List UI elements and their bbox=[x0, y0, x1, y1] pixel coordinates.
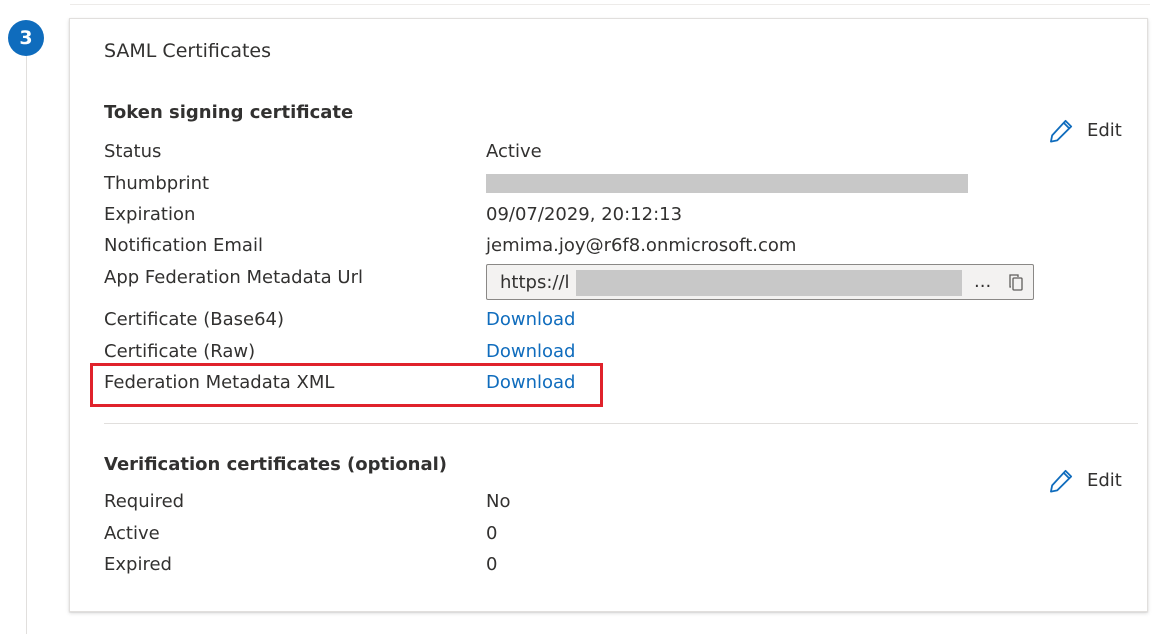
metadata-url-field[interactable]: https://l ... bbox=[486, 264, 1034, 300]
edit-label: Edit bbox=[1087, 120, 1122, 141]
certificate-base64-download-link[interactable]: Download bbox=[486, 309, 575, 330]
status-label: Status bbox=[104, 141, 162, 162]
metadata-url-redacted bbox=[576, 270, 962, 296]
thumbprint-redacted-value bbox=[486, 174, 968, 193]
metadata-url-label: App Federation Metadata Url bbox=[104, 267, 363, 288]
step-connector-line bbox=[26, 56, 27, 634]
section-divider bbox=[104, 423, 1138, 424]
certificate-raw-download-link[interactable]: Download bbox=[486, 341, 575, 362]
verification-certificates-title: Verification certificates (optional) bbox=[104, 454, 448, 475]
previous-card-edge bbox=[70, 0, 1150, 5]
expired-value: 0 bbox=[486, 554, 498, 575]
verification-edit-button[interactable]: Edit bbox=[1048, 467, 1122, 494]
status-value: Active bbox=[486, 141, 542, 162]
saml-certificates-card: SAML Certificates Token signing certific… bbox=[69, 18, 1148, 612]
step-number-badge: 3 bbox=[8, 20, 44, 56]
required-label: Required bbox=[104, 491, 185, 512]
certificate-base64-label: Certificate (Base64) bbox=[104, 309, 284, 330]
copy-icon[interactable] bbox=[1007, 273, 1025, 292]
token-signing-edit-button[interactable]: Edit bbox=[1048, 117, 1122, 144]
token-signing-title: Token signing certificate bbox=[104, 102, 354, 123]
expiration-label: Expiration bbox=[104, 204, 196, 225]
metadata-url-ellipsis: ... bbox=[974, 271, 992, 292]
active-label: Active bbox=[104, 523, 160, 544]
expired-label: Expired bbox=[104, 554, 172, 575]
federation-metadata-xml-download-link[interactable]: Download bbox=[486, 372, 575, 393]
active-value: 0 bbox=[486, 523, 498, 544]
notification-email-value: jemima.joy@r6f8.onmicrosoft.com bbox=[486, 235, 797, 256]
pencil-icon bbox=[1050, 469, 1073, 493]
expiration-value: 09/07/2029, 20:12:13 bbox=[486, 204, 683, 225]
certificate-raw-label: Certificate (Raw) bbox=[104, 341, 256, 362]
metadata-url-text: https://l bbox=[500, 271, 570, 293]
pencil-icon bbox=[1050, 119, 1073, 143]
federation-metadata-xml-label: Federation Metadata XML bbox=[104, 372, 335, 393]
thumbprint-label: Thumbprint bbox=[104, 173, 210, 194]
card-title: SAML Certificates bbox=[104, 40, 272, 62]
required-value: No bbox=[486, 491, 511, 512]
edit-label: Edit bbox=[1087, 470, 1122, 491]
notification-email-label: Notification Email bbox=[104, 235, 263, 256]
